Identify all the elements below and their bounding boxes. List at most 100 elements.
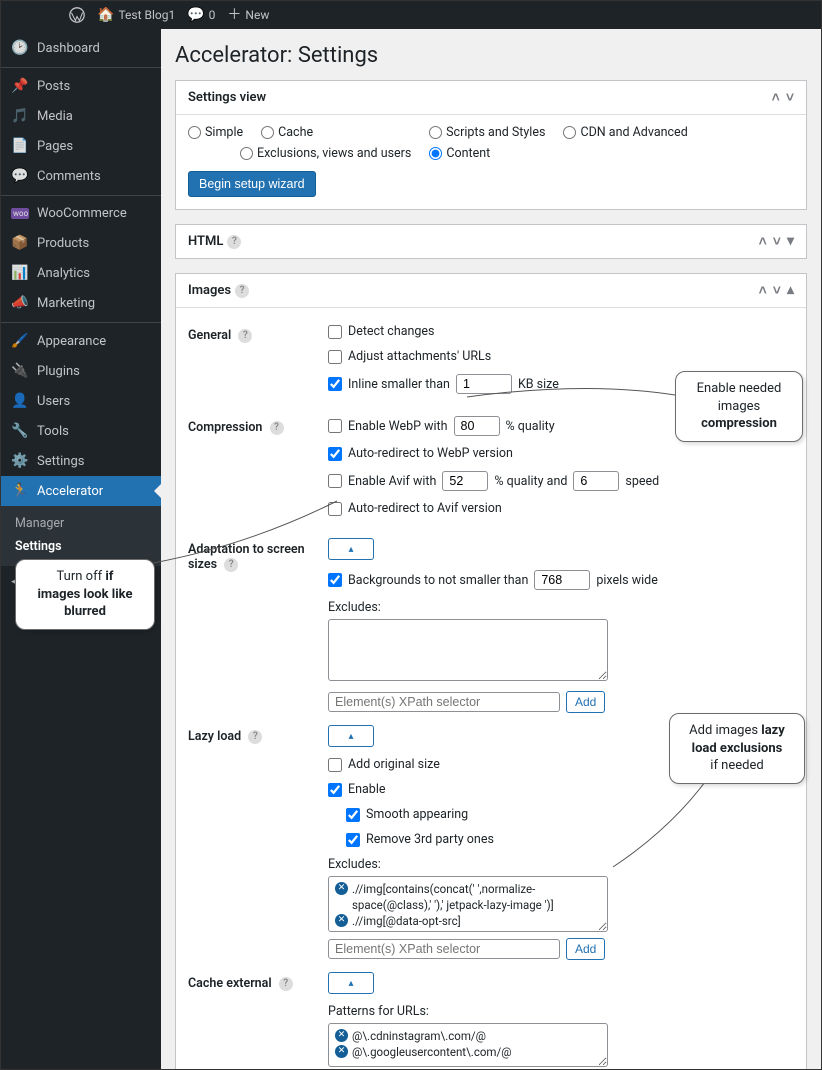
checkbox-detect-changes[interactable] xyxy=(328,325,342,339)
radio-cache[interactable]: Cache xyxy=(261,125,313,140)
pin-icon: 📌 xyxy=(11,78,29,94)
sidebar-item-marketing[interactable]: 📣Marketing xyxy=(1,288,161,318)
panel-settings-view: Settings view ˄˅ Simple Cache Scripts an… xyxy=(175,80,807,210)
row-cache-external: Cache external ? ▴ Patterns for URLs: ✕@… xyxy=(188,966,794,1069)
radio-simple[interactable]: Simple xyxy=(188,125,243,140)
lazy-excludes-list[interactable]: ✕.//img[contains(concat(' ',normalize-sp… xyxy=(328,876,608,932)
sidebar-item-appearance[interactable]: 🖌️Appearance xyxy=(1,322,161,356)
radio-exclusions[interactable]: Exclusions, views and users xyxy=(240,146,411,161)
help-icon[interactable]: ? xyxy=(235,284,249,298)
caret-icon[interactable]: ▾ xyxy=(787,233,794,250)
sidebar-item-tools[interactable]: 🔧Tools xyxy=(1,416,161,446)
chevron-up-icon[interactable]: ˄ xyxy=(759,282,767,299)
sidebar-item-users[interactable]: 👤Users xyxy=(1,386,161,416)
checkbox-bg-notsmaller[interactable] xyxy=(328,573,342,587)
remove-icon[interactable]: ✕ xyxy=(335,914,348,927)
textarea-adapt-excludes[interactable] xyxy=(328,619,608,681)
sidebar-item-media[interactable]: 🎵Media xyxy=(1,101,161,131)
site-title: Test Blog1 xyxy=(118,8,175,22)
chevron-up-icon[interactable]: ˄ xyxy=(759,233,767,250)
begin-setup-wizard-button[interactable]: Begin setup wizard xyxy=(188,171,316,197)
media-icon: 🎵 xyxy=(11,108,29,124)
caret-up-icon[interactable]: ▴ xyxy=(787,282,794,299)
chevron-down-icon[interactable]: ˅ xyxy=(773,282,781,299)
checkbox-smooth-appearing[interactable] xyxy=(346,808,360,822)
settings-view-header[interactable]: Settings view ˄˅ xyxy=(176,81,806,114)
help-icon[interactable]: ? xyxy=(224,558,238,572)
sidebar-item-settings[interactable]: ⚙️Settings xyxy=(1,446,161,476)
checkbox-inline-smaller[interactable] xyxy=(328,377,342,391)
checkbox-remove-3rdparty[interactable] xyxy=(346,833,360,847)
plus-icon: ＋ xyxy=(227,8,241,22)
cache-patterns-list[interactable]: ✕@\.cdninstagram\.com/@ ✕@\.googleuserco… xyxy=(328,1023,608,1067)
sidebar-item-products[interactable]: 📦Products xyxy=(1,228,161,258)
chart-icon: 📊 xyxy=(11,265,29,281)
checkbox-add-original-size[interactable] xyxy=(328,758,342,772)
chevron-up-icon[interactable]: ˄ xyxy=(772,89,780,106)
input-webp-quality[interactable] xyxy=(454,416,500,436)
input-inline-kb[interactable] xyxy=(456,374,512,394)
remove-icon[interactable]: ✕ xyxy=(335,882,348,895)
content-area: Accelerator: Settings Settings view ˄˅ S… xyxy=(161,29,821,1069)
new-link[interactable]: ＋ New xyxy=(227,8,269,22)
checkbox-avif-redirect[interactable] xyxy=(328,502,342,516)
checkbox-webp-redirect[interactable] xyxy=(328,447,342,461)
callout-blurred: Turn off if images look like blurred xyxy=(15,559,155,630)
checkbox-lazy-enable[interactable] xyxy=(328,783,342,797)
site-link[interactable]: 🏠 Test Blog1 xyxy=(97,8,175,22)
sidebar-item-posts[interactable]: 📌Posts xyxy=(1,67,161,101)
remove-icon[interactable]: ✕ xyxy=(335,1045,348,1058)
callout-compression: Enable needed images compression xyxy=(675,371,803,442)
collapse-toggle-button[interactable]: ▴ xyxy=(328,538,374,560)
sidebar-item-pages[interactable]: 📄Pages xyxy=(1,131,161,161)
radio-scripts[interactable]: Scripts and Styles xyxy=(429,125,545,140)
runner-icon: 🏃 xyxy=(11,483,29,499)
sidebar-item-analytics[interactable]: 📊Analytics xyxy=(1,258,161,288)
submenu-settings[interactable]: Settings xyxy=(1,535,161,558)
checkbox-enable-avif[interactable] xyxy=(328,474,342,488)
input-avif-quality[interactable] xyxy=(442,471,488,491)
checkbox-adjust-urls[interactable] xyxy=(328,350,342,364)
sidebar-item-woocommerce[interactable]: wooWooCommerce xyxy=(1,195,161,228)
help-icon[interactable]: ? xyxy=(227,235,241,249)
radio-content[interactable]: Content xyxy=(429,146,490,161)
help-icon[interactable]: ? xyxy=(270,421,284,435)
checkbox-enable-webp[interactable] xyxy=(328,419,342,433)
accelerator-submenu: Manager Settings xyxy=(1,506,161,566)
woo-icon: woo xyxy=(11,208,29,219)
sidebar-item-comments[interactable]: 💬Comments xyxy=(1,161,161,191)
images-header[interactable]: Images? ˄˅▴ xyxy=(176,274,806,307)
comment-icon: 💬 xyxy=(187,8,204,22)
box-icon: 📦 xyxy=(11,235,29,251)
gear-icon: ⚙️ xyxy=(11,453,29,469)
chevron-down-icon[interactable]: ˅ xyxy=(786,89,794,106)
input-lazy-xpath[interactable] xyxy=(328,939,560,959)
help-icon[interactable]: ? xyxy=(248,730,262,744)
page-title: Accelerator: Settings xyxy=(175,43,807,68)
comments-link[interactable]: 💬 0 xyxy=(187,8,215,22)
remove-icon[interactable]: ✕ xyxy=(335,1029,348,1042)
wordpress-logo-icon[interactable] xyxy=(69,7,85,23)
plug-icon: 🔌 xyxy=(11,363,29,379)
sidebar-item-dashboard[interactable]: 🕑Dashboard xyxy=(1,33,161,63)
html-header[interactable]: HTML? ˄˅▾ xyxy=(176,225,806,258)
help-icon[interactable]: ? xyxy=(238,329,252,343)
chevron-down-icon[interactable]: ˅ xyxy=(773,233,781,250)
add-button[interactable]: Add xyxy=(566,938,605,960)
radio-cdn[interactable]: CDN and Advanced xyxy=(563,125,687,140)
add-button[interactable]: Add xyxy=(566,691,605,713)
input-avif-speed[interactable] xyxy=(573,471,619,491)
submenu-manager[interactable]: Manager xyxy=(1,512,161,535)
input-bg-width[interactable] xyxy=(534,570,590,590)
input-adapt-xpath[interactable] xyxy=(328,692,560,712)
sidebar-item-accelerator[interactable]: 🏃Accelerator xyxy=(1,476,161,506)
sidebar-item-plugins[interactable]: 🔌Plugins xyxy=(1,356,161,386)
megaphone-icon: 📣 xyxy=(11,295,29,311)
collapse-toggle-button[interactable]: ▴ xyxy=(328,725,374,747)
admin-sidebar: 🕑Dashboard 📌Posts 🎵Media 📄Pages 💬Comment… xyxy=(1,29,161,1069)
brush-icon: 🖌️ xyxy=(11,333,29,349)
user-icon: 👤 xyxy=(11,393,29,409)
help-icon[interactable]: ? xyxy=(279,977,293,991)
row-adaptation: Adaptation to screen sizes ? ▴ Backgroun… xyxy=(188,532,794,719)
collapse-toggle-button[interactable]: ▴ xyxy=(328,972,374,994)
